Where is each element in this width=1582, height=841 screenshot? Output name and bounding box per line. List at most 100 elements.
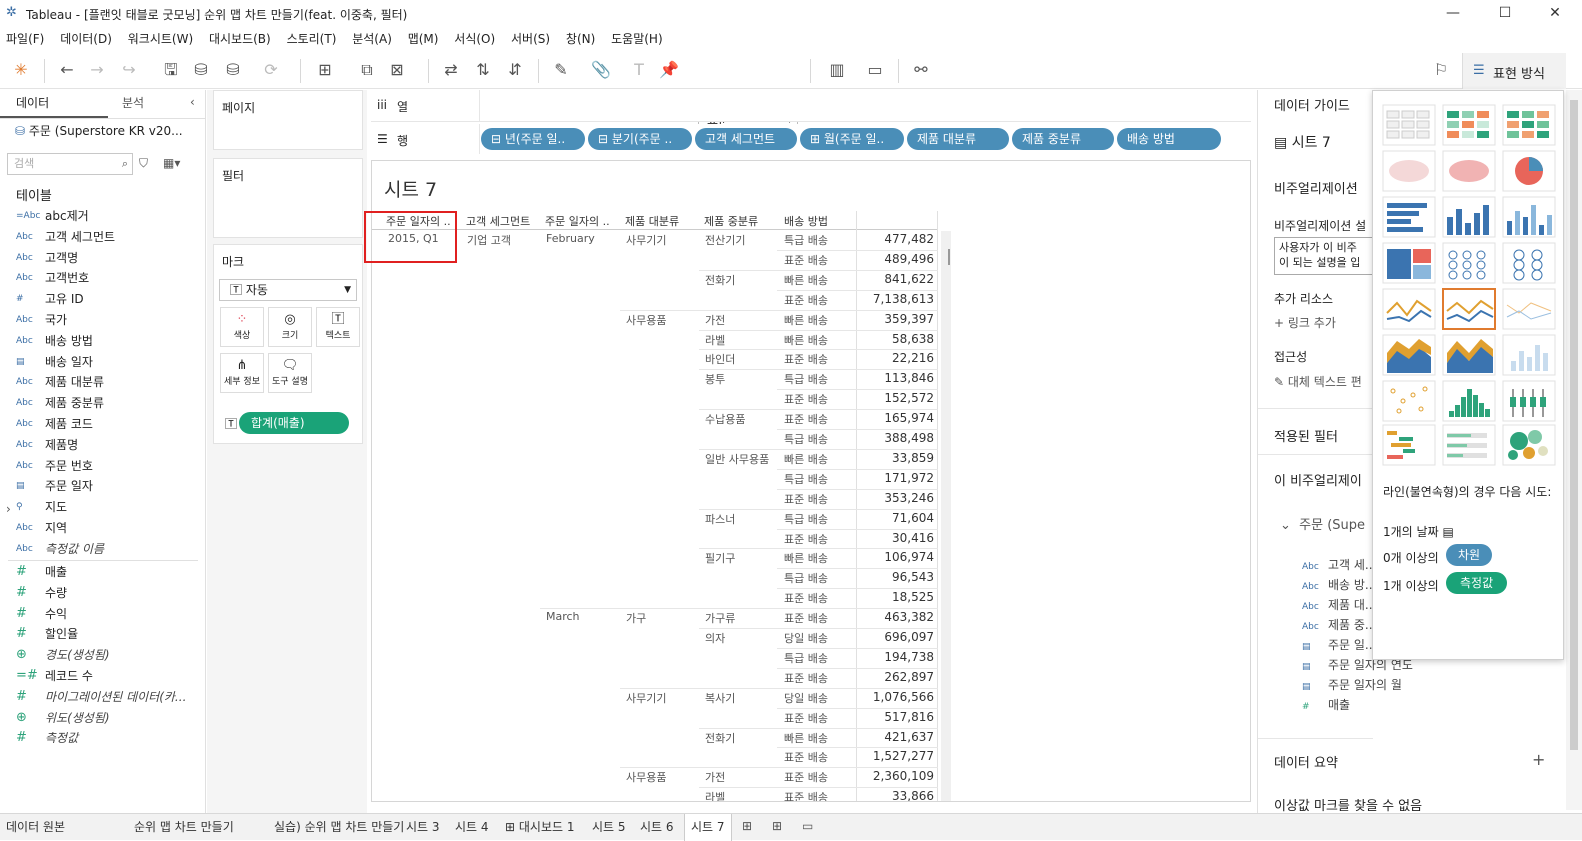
pause-updates-icon[interactable]: ⛁: [222, 59, 244, 81]
cell-value[interactable]: 353,246: [858, 491, 934, 505]
text-button[interactable]: 🅃 텍스트: [316, 307, 360, 347]
collapse-icon[interactable]: ‹: [190, 95, 195, 109]
row-header-subcategory[interactable]: 라벨: [705, 789, 725, 801]
row-header-subcategory[interactable]: 라벨: [705, 332, 725, 348]
row-header-ship[interactable]: 표준 배송: [784, 610, 828, 626]
label-icon[interactable]: T: [628, 59, 650, 81]
header-subcategory[interactable]: 제품 중분류: [704, 213, 782, 229]
row-header-ship[interactable]: 특급 배송: [784, 371, 828, 387]
field-item[interactable]: Abc 측정값 이름: [0, 539, 200, 559]
cell-value[interactable]: 96,543: [858, 570, 934, 584]
header-category[interactable]: 제품 대분류: [625, 213, 703, 229]
undo-icon[interactable]: ←: [56, 59, 78, 81]
row-header-subcategory[interactable]: 필기구: [705, 550, 735, 566]
sheet-tab[interactable]: 데이터 원본: [6, 818, 65, 835]
field-item[interactable]: Abc 지역: [0, 518, 200, 538]
cell-value[interactable]: 113,846: [858, 371, 934, 385]
field-item[interactable]: ▤ 배송 일자: [0, 352, 200, 372]
row-pill-quarter[interactable]: ⊟ 분기(주문 ..: [588, 128, 692, 150]
menu-format[interactable]: 서식(O): [454, 29, 495, 49]
maximize-icon[interactable]: ☐: [1490, 4, 1520, 24]
cell-value[interactable]: 696,097: [858, 630, 934, 644]
row-header-ship[interactable]: 표준 배송: [784, 789, 828, 801]
menu-window[interactable]: 창(N): [566, 29, 595, 49]
show-me-button[interactable]: ☰ 표현 방식: [1462, 53, 1566, 89]
row-header-subcategory[interactable]: 파스너: [705, 511, 735, 527]
row-header-subcategory[interactable]: 전산기기: [705, 232, 745, 248]
sheet-tab[interactable]: 시트 5: [592, 818, 626, 835]
sheet-tab[interactable]: 실습) 순위 맵 차트 만들기: [274, 818, 404, 835]
row-header-ship[interactable]: 표준 배송: [784, 391, 828, 407]
row-header-subcategory[interactable]: 바인더: [705, 351, 735, 367]
refresh-icon[interactable]: ⟳: [260, 59, 282, 81]
measure-item[interactable]: # 할인율: [0, 624, 200, 644]
row-header-subcategory[interactable]: 일반 사무용품: [705, 451, 769, 467]
cell-value[interactable]: 2,360,109: [858, 769, 934, 783]
row-header-category[interactable]: 사무기기: [626, 232, 666, 248]
cell-value[interactable]: 388,498: [858, 431, 934, 445]
guide-scrollbar[interactable]: [1566, 90, 1582, 810]
row-header-subcategory[interactable]: 전화기: [705, 272, 735, 288]
swap-icon[interactable]: ⇄: [440, 59, 462, 81]
pin-icon[interactable]: ⚐: [1430, 59, 1452, 81]
show-cards-icon[interactable]: ▥: [826, 59, 848, 81]
row-header-ship[interactable]: 빠른 배송: [784, 332, 828, 348]
new-worksheet-icon[interactable]: ⊞: [742, 819, 752, 833]
rows-shelf[interactable]: ☰ 행 ⊟ 년(주문 일.. ⊟ 분기(주문 .. 고객 세그먼트 ⊞ 월(주문…: [371, 124, 1251, 154]
row-header-ship[interactable]: 당일 배송: [784, 630, 828, 646]
cell-value[interactable]: 33,866: [858, 789, 934, 801]
cell-value[interactable]: 22,216: [858, 351, 934, 365]
view-scrollbar[interactable]: [941, 231, 951, 801]
field-item[interactable]: Abc 제품명: [0, 435, 200, 455]
row-pill-ship-mode[interactable]: 배송 방법: [1117, 128, 1221, 150]
measure-item[interactable]: # 마이그레이션된 데이터(카...: [0, 687, 200, 707]
replay-icon[interactable]: ↪: [118, 59, 140, 81]
cell-value[interactable]: 33,859: [858, 451, 934, 465]
row-header-subcategory[interactable]: 가전: [705, 769, 725, 785]
menu-dashboard[interactable]: 대시보드(B): [209, 29, 271, 49]
row-pill-month[interactable]: ⊞ 월(주문 일..: [800, 128, 904, 150]
alt-text-button[interactable]: ✎ 대체 텍스트 편: [1274, 373, 1362, 390]
menu-worksheet[interactable]: 워크시트(W): [128, 29, 193, 49]
field-item[interactable]: Abc 제품 코드: [0, 414, 200, 434]
measure-item[interactable]: ⊕ 경도(생성됨): [0, 645, 200, 665]
sheet-tab[interactable]: 순위 맵 차트 만들기: [134, 818, 234, 835]
row-header-ship[interactable]: 특급 배송: [784, 232, 828, 248]
cell-value[interactable]: 463,382: [858, 610, 934, 624]
row-header-ship[interactable]: 표준 배송: [784, 769, 828, 785]
tab-analysis[interactable]: 분석: [122, 90, 144, 118]
row-header-ship[interactable]: 표준 배송: [784, 252, 828, 268]
worksheet-view[interactable]: 시트 7 주문 일자의 .. 고객 세그먼트 주문 일자의 .. 제품 대분류 …: [371, 160, 1251, 802]
row-header-ship[interactable]: 표준 배송: [784, 292, 828, 308]
sheet-tab[interactable]: 시트 7: [684, 814, 732, 841]
highlight-icon[interactable]: ✎: [550, 59, 572, 81]
sort-ascending-icon[interactable]: ⇅: [472, 59, 494, 81]
cell-value[interactable]: 262,897: [858, 670, 934, 684]
expand-icon[interactable]: ›: [6, 502, 11, 516]
row-header-subcategory[interactable]: 가전: [705, 312, 725, 328]
add-link-button[interactable]: + 링크 추가: [1274, 314, 1336, 331]
field-item[interactable]: Abc 고객명: [0, 248, 200, 268]
field-item[interactable]: Abc 고객 세그먼트: [0, 227, 200, 247]
minimize-icon[interactable]: —: [1438, 4, 1468, 24]
menu-analysis[interactable]: 분석(A): [352, 29, 392, 49]
measure-item[interactable]: # 매출: [0, 562, 200, 582]
field-item[interactable]: Abc 배송 방법: [0, 331, 200, 351]
menu-help[interactable]: 도움말(H): [611, 29, 663, 49]
field-item[interactable]: Abc 제품 중분류: [0, 393, 200, 413]
cell-value[interactable]: 359,397: [858, 312, 934, 326]
row-header-subcategory[interactable]: 가구류: [705, 610, 735, 626]
datasource-item[interactable]: ⛁ 주문 (Superstore KR v20...: [15, 122, 183, 139]
source-row[interactable]: ⌄ 주문 (Supe: [1280, 514, 1365, 533]
menu-file[interactable]: 파일(F): [6, 29, 44, 49]
row-header-month[interactable]: March: [546, 610, 580, 623]
measure-item[interactable]: ⊕ 위도(생성됨): [0, 708, 200, 728]
cell-value[interactable]: 30,416: [858, 531, 934, 545]
row-header-subcategory[interactable]: 의자: [705, 630, 725, 646]
row-header-ship[interactable]: 표준 배송: [784, 411, 828, 427]
row-header-segment[interactable]: 기업 고객: [467, 232, 511, 248]
cell-value[interactable]: 517,816: [858, 710, 934, 724]
cell-value[interactable]: 106,974: [858, 550, 934, 564]
add-summary-icon[interactable]: +: [1532, 750, 1545, 769]
row-header-category[interactable]: 가구: [626, 610, 646, 626]
